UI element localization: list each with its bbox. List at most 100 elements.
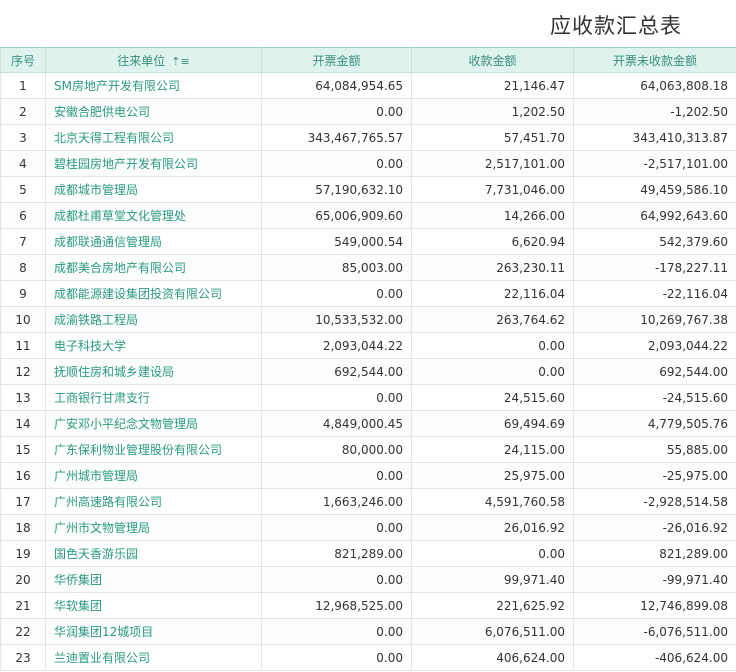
row-unreceived: 542,379.60 — [573, 228, 736, 255]
row-name: 广东保利物业管理股份有限公司 — [45, 436, 262, 463]
table-row[interactable]: 19 国色天香游乐园 821,289.00 0.00 821,289.00 — [0, 540, 736, 567]
row-unreceived: -2,928,514.58 — [573, 488, 736, 515]
row-received: 21,146.47 — [411, 72, 574, 99]
row-invoiced: 0.00 — [261, 150, 412, 177]
row-name: 成都联通通信管理局 — [45, 228, 262, 255]
row-name: 成都美合房地产有限公司 — [45, 254, 262, 281]
table-row[interactable]: 6 成都杜甫草堂文化管理处 65,006,909.60 14,266.00 64,992… — [0, 202, 736, 229]
row-invoiced: 549,000.54 — [261, 228, 412, 255]
table-row[interactable]: 8 成都美合房地产有限公司 85,003.00 263,230.11 -178,227.… — [0, 254, 736, 281]
row-received: 24,515.60 — [411, 384, 574, 411]
table-row[interactable]: 13 工商银行甘肃支行 0.00 24,515.60 -24,515.60 — [0, 384, 736, 411]
row-name: 兰迪置业有限公司 — [45, 644, 262, 671]
row-name: 电子科技大学 — [45, 332, 262, 359]
row-invoiced: 692,544.00 — [261, 358, 412, 385]
table-row[interactable]: 20 华侨集团 0.00 99,971.40 -99,971.40 — [0, 566, 736, 593]
row-invoiced: 0.00 — [261, 618, 412, 645]
row-index: 1 — [0, 72, 46, 99]
table-body: 1 SM房地产开发有限公司 64,084,954.65 21,146.47 64,063… — [0, 72, 736, 671]
row-unreceived: 64,992,643.60 — [573, 202, 736, 229]
row-name: 抚顺住房和城乡建设局 — [45, 358, 262, 385]
table-row[interactable]: 21 华软集团 12,968,525.00 221,625.92 12,746,899.… — [0, 592, 736, 619]
row-invoiced: 4,849,000.45 — [261, 410, 412, 437]
row-name: 国色天香游乐园 — [45, 540, 262, 567]
row-unreceived: -6,076,511.00 — [573, 618, 736, 645]
row-unreceived: -178,227.11 — [573, 254, 736, 281]
row-received: 4,591,760.58 — [411, 488, 574, 515]
table-row[interactable]: 9 成都能源建设集团投资有限公司 0.00 22,116.04 -22,116.04 — [0, 280, 736, 307]
row-name: 成都杜甫草堂文化管理处 — [45, 202, 262, 229]
row-unreceived: 692,544.00 — [573, 358, 736, 385]
row-received: 26,016.92 — [411, 514, 574, 541]
table-row[interactable]: 23 兰迪置业有限公司 0.00 406,624.00 -406,624.00 — [0, 644, 736, 671]
table-header-row: 序号 往来单位 ⇡≡ 开票金额 收款金额 开票未收款金额 — [0, 47, 736, 73]
row-index: 7 — [0, 228, 46, 255]
header-received[interactable]: 收款金额 — [411, 47, 574, 73]
row-received: 0.00 — [411, 358, 574, 385]
row-invoiced: 0.00 — [261, 462, 412, 489]
row-unreceived: -24,515.60 — [573, 384, 736, 411]
row-unreceived: -1,202.50 — [573, 98, 736, 125]
table-row[interactable]: 5 成都城市管理局 57,190,632.10 7,731,046.00 49,459,… — [0, 176, 736, 203]
row-name: 华润集团12城项目 — [45, 618, 262, 645]
row-index: 4 — [0, 150, 46, 177]
row-unreceived: 343,410,313.87 — [573, 124, 736, 151]
row-index: 18 — [0, 514, 46, 541]
row-invoiced: 0.00 — [261, 98, 412, 125]
table-row[interactable]: 10 成渝铁路工程局 10,533,532.00 263,764.62 10,269,7… — [0, 306, 736, 333]
row-received: 6,076,511.00 — [411, 618, 574, 645]
table-row[interactable]: 2 安徽合肥供电公司 0.00 1,202.50 -1,202.50 — [0, 98, 736, 125]
row-received: 57,451.70 — [411, 124, 574, 151]
table-row[interactable]: 12 抚顺住房和城乡建设局 692,544.00 0.00 692,544.00 — [0, 358, 736, 385]
row-received: 22,116.04 — [411, 280, 574, 307]
row-index: 10 — [0, 306, 46, 333]
row-invoiced: 0.00 — [261, 514, 412, 541]
row-unreceived: -26,016.92 — [573, 514, 736, 541]
row-index: 9 — [0, 280, 46, 307]
row-invoiced: 343,467,765.57 — [261, 124, 412, 151]
row-unreceived: -22,116.04 — [573, 280, 736, 307]
row-index: 22 — [0, 618, 46, 645]
table-row[interactable]: 3 北京天得工程有限公司 343,467,765.57 57,451.70 343,41… — [0, 124, 736, 151]
row-index: 13 — [0, 384, 46, 411]
row-index: 11 — [0, 332, 46, 359]
table-row[interactable]: 18 广州市文物管理局 0.00 26,016.92 -26,016.92 — [0, 514, 736, 541]
table-row[interactable]: 7 成都联通通信管理局 549,000.54 6,620.94 542,379.60 — [0, 228, 736, 255]
row-received: 6,620.94 — [411, 228, 574, 255]
title-bar: 应收款汇总表 — [0, 0, 736, 47]
row-index: 12 — [0, 358, 46, 385]
row-received: 7,731,046.00 — [411, 176, 574, 203]
row-unreceived: 55,885.00 — [573, 436, 736, 463]
row-unreceived: 10,269,767.38 — [573, 306, 736, 333]
row-invoiced: 85,003.00 — [261, 254, 412, 281]
row-invoiced: 65,006,909.60 — [261, 202, 412, 229]
table-row[interactable]: 11 电子科技大学 2,093,044.22 0.00 2,093,044.22 — [0, 332, 736, 359]
table-row[interactable]: 17 广州高速路有限公司 1,663,246.00 4,591,760.58 -2,92… — [0, 488, 736, 515]
table-row[interactable]: 4 碧桂园房地产开发有限公司 0.00 2,517,101.00 -2,517,101.… — [0, 150, 736, 177]
row-name: 华侨集团 — [45, 566, 262, 593]
header-index[interactable]: 序号 — [0, 47, 46, 73]
header-invoiced[interactable]: 开票金额 — [261, 47, 412, 73]
table-row[interactable]: 14 广安邓小平纪念文物管理局 4,849,000.45 69,494.69 4,779… — [0, 410, 736, 437]
header-name[interactable]: 往来单位 ⇡≡ — [45, 47, 262, 73]
row-invoiced: 12,968,525.00 — [261, 592, 412, 619]
table-row[interactable]: 22 华润集团12城项目 0.00 6,076,511.00 -6,076,511.00 — [0, 618, 736, 645]
row-name: 华软集团 — [45, 592, 262, 619]
row-unreceived: 49,459,586.10 — [573, 176, 736, 203]
header-unreceived[interactable]: 开票未收款金额 — [573, 47, 736, 73]
row-unreceived: 2,093,044.22 — [573, 332, 736, 359]
table-row[interactable]: 16 广州城市管理局 0.00 25,975.00 -25,975.00 — [0, 462, 736, 489]
row-name: 成都城市管理局 — [45, 176, 262, 203]
row-received: 0.00 — [411, 540, 574, 567]
row-unreceived: 64,063,808.18 — [573, 72, 736, 99]
row-invoiced: 821,289.00 — [261, 540, 412, 567]
row-name: 安徽合肥供电公司 — [45, 98, 262, 125]
table-row[interactable]: 15 广东保利物业管理股份有限公司 80,000.00 24,115.00 55,885… — [0, 436, 736, 463]
row-invoiced: 0.00 — [261, 384, 412, 411]
row-invoiced: 2,093,044.22 — [261, 332, 412, 359]
row-index: 19 — [0, 540, 46, 567]
sort-ascending-icon[interactable]: ⇡≡ — [171, 55, 189, 68]
row-name: 工商银行甘肃支行 — [45, 384, 262, 411]
table-row[interactable]: 1 SM房地产开发有限公司 64,084,954.65 21,146.47 64,063… — [0, 72, 736, 99]
row-name: 成都能源建设集团投资有限公司 — [45, 280, 262, 307]
